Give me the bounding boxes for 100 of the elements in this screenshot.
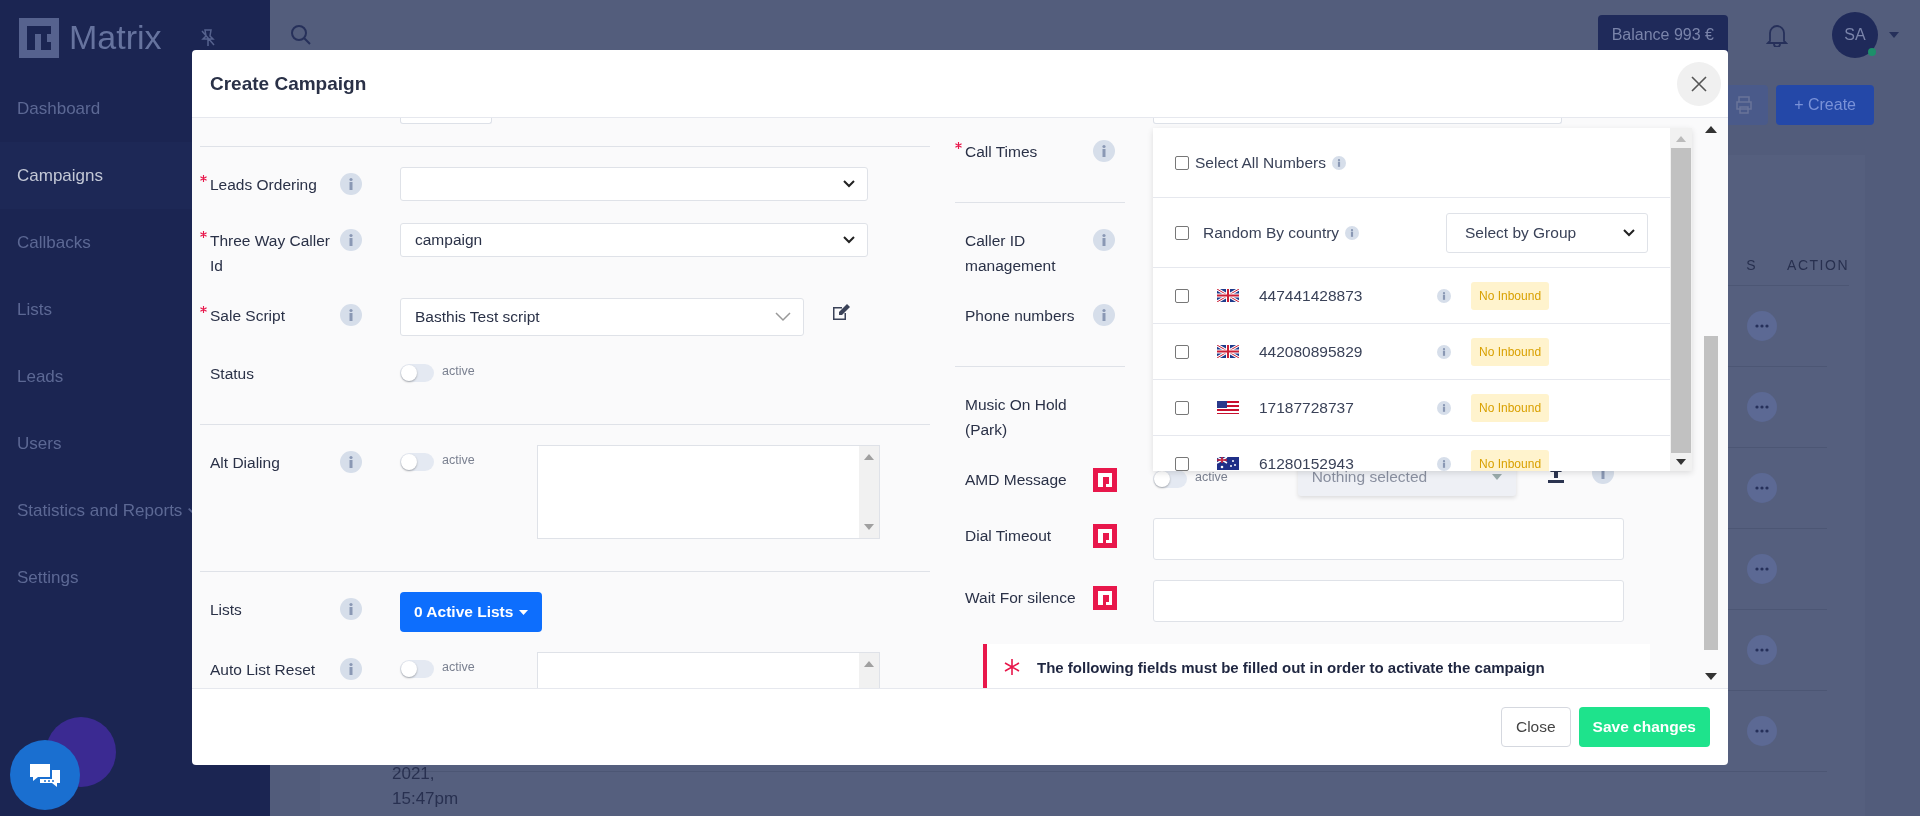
field-label: Alt Dialing bbox=[210, 453, 281, 473]
chevron-icon bbox=[775, 312, 791, 322]
asterisk-icon bbox=[1003, 658, 1021, 676]
info-icon[interactable] bbox=[1345, 225, 1360, 240]
avatar[interactable]: SA bbox=[1832, 12, 1878, 58]
field-label: Call Times bbox=[965, 142, 1039, 162]
info-icon[interactable] bbox=[1437, 344, 1451, 359]
info-icon[interactable] bbox=[340, 173, 362, 195]
scrollbar[interactable] bbox=[1670, 128, 1692, 471]
more-icon bbox=[1755, 567, 1769, 571]
checkbox[interactable] bbox=[1175, 225, 1189, 240]
info-icon[interactable] bbox=[340, 304, 362, 326]
info-icon[interactable] bbox=[340, 658, 362, 680]
field-label: AMD Message bbox=[965, 470, 1068, 490]
logo-text: Matrix bbox=[69, 18, 162, 57]
bell-icon[interactable] bbox=[1766, 23, 1788, 47]
status-badge: No Inbound bbox=[1471, 281, 1550, 310]
search-icon[interactable] bbox=[290, 24, 312, 46]
pin-icon[interactable] bbox=[199, 28, 216, 47]
info-icon[interactable] bbox=[340, 229, 362, 251]
input-field[interactable] bbox=[1153, 518, 1624, 560]
checkbox[interactable] bbox=[1175, 288, 1189, 303]
info-icon[interactable] bbox=[1437, 400, 1451, 415]
toggle-label: active bbox=[442, 364, 475, 378]
toggle-label: active bbox=[1195, 470, 1228, 484]
status-badge: No Inbound bbox=[1471, 337, 1550, 366]
toggle-switch[interactable] bbox=[400, 453, 434, 471]
field-label: Music On Hold (Park) bbox=[965, 395, 1068, 440]
checkbox-label[interactable]: Random By country bbox=[1203, 223, 1340, 242]
close-icon bbox=[1691, 75, 1707, 92]
chevron-icon bbox=[1623, 228, 1635, 237]
field-label: Three Way Caller Id bbox=[210, 231, 331, 276]
group-select[interactable]: Select by Group bbox=[1446, 212, 1648, 253]
create-button[interactable]: + Create bbox=[1776, 85, 1874, 125]
more-button[interactable] bbox=[1747, 473, 1777, 503]
field-label: Caller ID management bbox=[965, 231, 1057, 276]
checkbox-label[interactable]: Select All Numbers bbox=[1195, 153, 1326, 172]
more-icon bbox=[1755, 324, 1769, 328]
flag-icon bbox=[1217, 401, 1239, 414]
status-badge: No Inbound bbox=[1471, 449, 1550, 471]
input-field[interactable] bbox=[400, 118, 492, 124]
up-arrow-icon[interactable] bbox=[1705, 126, 1717, 133]
select-field[interactable]: Basthis Test script bbox=[400, 298, 804, 336]
checkbox[interactable] bbox=[1175, 456, 1189, 471]
active-lists-button[interactable]: 0 Active Lists bbox=[400, 592, 543, 632]
phone-number: 17187728737 bbox=[1259, 398, 1355, 417]
toggle-switch[interactable] bbox=[400, 364, 434, 382]
info-icon[interactable] bbox=[340, 451, 362, 473]
flag-icon bbox=[1217, 289, 1239, 302]
checkbox[interactable] bbox=[1175, 400, 1189, 415]
alert-text: The following fields must be filled out in order to activate the campaign bbox=[1037, 658, 1545, 676]
field-label: Auto List Reset bbox=[210, 660, 317, 680]
field-label: Phone numbers bbox=[965, 306, 1076, 326]
toggle-label: active bbox=[442, 660, 475, 674]
caret-icon[interactable] bbox=[1888, 31, 1900, 39]
dialog-title: Create Campaign bbox=[210, 72, 368, 95]
more-icon bbox=[1755, 486, 1769, 490]
field-label: Dial Timeout bbox=[965, 526, 1053, 546]
checkbox[interactable] bbox=[1175, 155, 1189, 170]
toggle-label: active bbox=[442, 453, 475, 467]
info-icon[interactable] bbox=[1437, 456, 1451, 471]
more-button[interactable] bbox=[1747, 392, 1777, 422]
info-icon[interactable] bbox=[340, 598, 362, 620]
more-button[interactable] bbox=[1747, 716, 1777, 746]
info-icon[interactable] bbox=[1331, 155, 1346, 170]
info-icon[interactable] bbox=[1437, 288, 1451, 303]
more-button[interactable] bbox=[1747, 311, 1777, 341]
select-field[interactable]: campaign bbox=[400, 223, 868, 257]
more-button[interactable] bbox=[1747, 554, 1777, 584]
close-button[interactable] bbox=[1677, 61, 1721, 106]
caret-icon bbox=[1491, 474, 1502, 480]
info-icon[interactable] bbox=[1093, 229, 1115, 251]
close-button[interactable]: Close bbox=[1500, 707, 1571, 747]
flag-icon bbox=[1217, 345, 1239, 358]
down-arrow-icon[interactable] bbox=[1705, 673, 1717, 680]
more-icon bbox=[1755, 729, 1769, 733]
field-label: Lists bbox=[210, 600, 243, 620]
toggle-switch[interactable] bbox=[1153, 470, 1187, 488]
field-label: Status bbox=[210, 364, 255, 384]
checkbox[interactable] bbox=[1175, 344, 1189, 359]
more-button[interactable] bbox=[1747, 635, 1777, 665]
down-arrow-icon[interactable] bbox=[1676, 459, 1686, 465]
status-badge: No Inbound bbox=[1471, 393, 1550, 422]
chevron-icon bbox=[843, 236, 855, 244]
phone-number: 447441428873 bbox=[1259, 286, 1364, 305]
input-field[interactable] bbox=[1153, 580, 1624, 622]
field-label: Sale Script bbox=[210, 306, 286, 326]
info-icon[interactable] bbox=[1093, 304, 1115, 326]
info-icon[interactable] bbox=[1093, 140, 1115, 162]
edit-icon[interactable] bbox=[832, 304, 850, 321]
phone-number: 442080895829 bbox=[1259, 342, 1364, 361]
chat-icon bbox=[30, 763, 60, 787]
caret-icon bbox=[519, 609, 529, 615]
more-icon bbox=[1755, 405, 1769, 409]
toggle-switch[interactable] bbox=[400, 660, 434, 678]
logo-icon bbox=[17, 15, 61, 60]
printer-icon bbox=[1734, 96, 1755, 114]
input-field[interactable] bbox=[1153, 118, 1562, 124]
select-field[interactable] bbox=[400, 167, 868, 201]
chevron-icon bbox=[843, 180, 855, 188]
